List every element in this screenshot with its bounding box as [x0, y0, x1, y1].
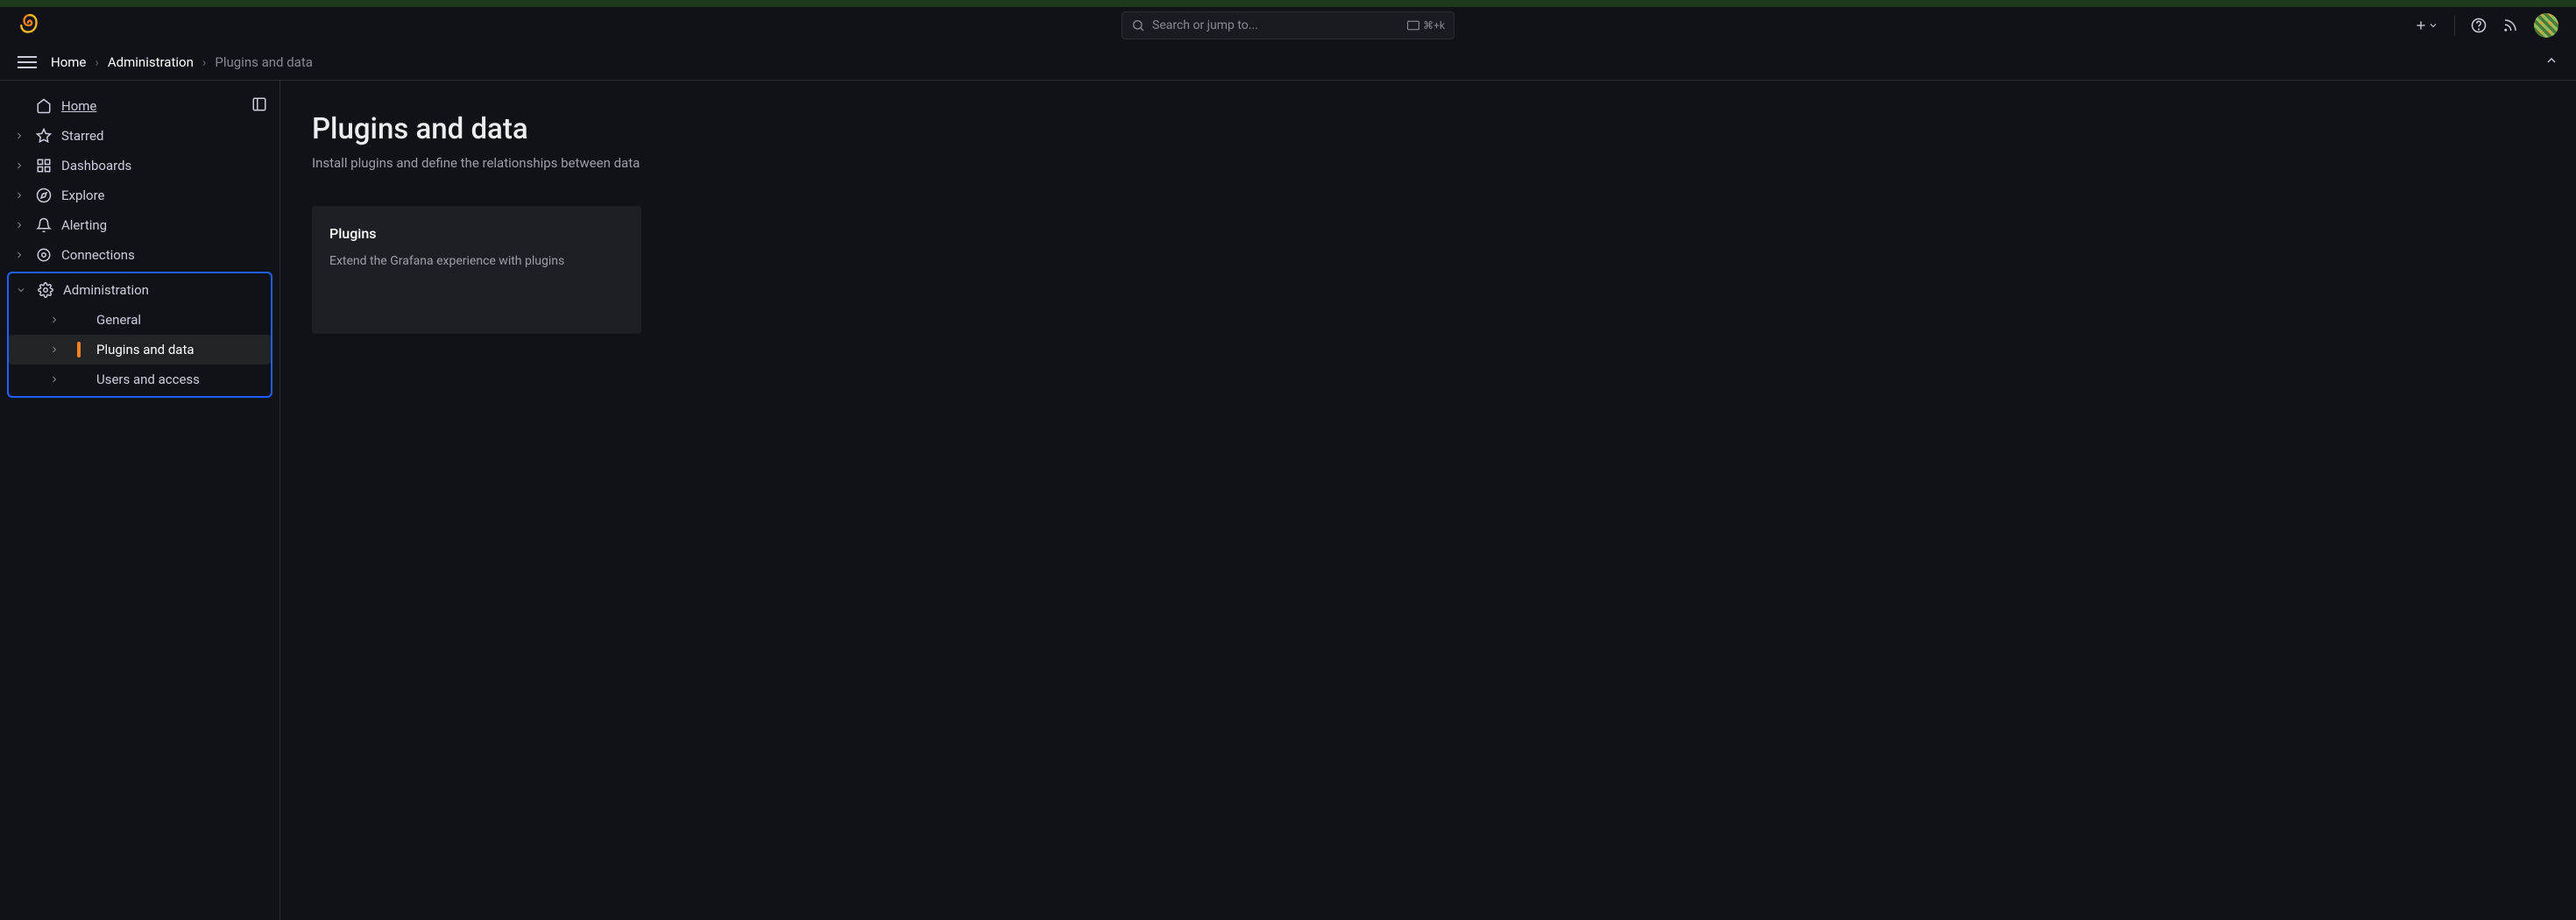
- sidebar-subitem-general[interactable]: General: [9, 305, 271, 335]
- sidebar-sublabel: Users and access: [96, 372, 200, 387]
- menu-toggle-button[interactable]: [16, 54, 39, 70]
- link-icon: [35, 247, 53, 263]
- page-subtitle: Install plugins and define the relations…: [312, 155, 2544, 171]
- sidebar-item-administration[interactable]: Administration: [9, 275, 271, 305]
- sidebar-item-explore[interactable]: Explore: [7, 180, 272, 210]
- chevron-right-icon: [12, 190, 26, 201]
- search-shortcut: ⌘+k: [1407, 19, 1445, 32]
- breadcrumb-home[interactable]: Home: [51, 54, 86, 70]
- sidebar-item-dashboards[interactable]: Dashboards: [7, 151, 272, 180]
- sidebar-label: Alerting: [61, 217, 267, 233]
- sidebar-subitem-users-and-access[interactable]: Users and access: [9, 364, 271, 394]
- sidebar-sublabel: Plugins and data: [96, 342, 195, 357]
- content: Plugins and data Install plugins and def…: [280, 81, 2576, 920]
- chevron-right-icon: ›: [95, 54, 99, 70]
- gear-icon: [37, 282, 54, 298]
- sidebar-label: Explore: [61, 188, 267, 203]
- chevron-right-icon: [12, 220, 26, 230]
- sidebar-item-alerting[interactable]: Alerting: [7, 210, 272, 240]
- chevron-right-icon: [12, 160, 26, 171]
- page-title: Plugins and data: [312, 112, 2544, 146]
- chevron-down-icon: [2428, 20, 2438, 31]
- grid-icon: [35, 158, 53, 173]
- home-icon: [35, 98, 53, 114]
- sidebar-label: Administration: [63, 282, 265, 298]
- compass-icon: [35, 188, 53, 203]
- chevron-right-icon: [12, 131, 26, 141]
- sidebar-home-label: Home: [61, 98, 243, 114]
- chevron-right-icon: [47, 315, 61, 325]
- user-avatar[interactable]: [2534, 13, 2558, 38]
- search-icon: [1131, 18, 1145, 32]
- breadcrumb-bar: Home › Administration › Plugins and data: [0, 44, 2576, 81]
- breadcrumbs: Home › Administration › Plugins and data: [51, 54, 313, 70]
- chevron-right-icon: [12, 250, 26, 260]
- help-button[interactable]: [2471, 18, 2487, 33]
- topbar-accent: [0, 0, 2576, 7]
- bell-icon: [35, 217, 53, 233]
- sidebar-sublabel: General: [96, 312, 141, 328]
- collapse-button[interactable]: [2544, 53, 2558, 71]
- star-icon: [35, 128, 53, 144]
- topbar: Search or jump to... ⌘+k: [0, 7, 2576, 44]
- sidebar-item-connections[interactable]: Connections: [7, 240, 272, 270]
- sidebar: Home Starred Dashboards: [0, 81, 280, 920]
- keyboard-icon: [1407, 20, 1419, 31]
- chevron-right-icon: [47, 374, 61, 385]
- card-description: Extend the Grafana experience with plugi…: [329, 254, 624, 268]
- sidebar-subitem-plugins-and-data[interactable]: Plugins and data: [9, 335, 271, 364]
- chevron-right-icon: ›: [202, 54, 207, 70]
- plugins-card[interactable]: Plugins Extend the Grafana experience wi…: [312, 206, 641, 334]
- grafana-logo[interactable]: [18, 13, 42, 38]
- chevron-down-icon: [14, 285, 28, 295]
- chevron-right-icon: [47, 344, 61, 355]
- divider: [2454, 15, 2455, 36]
- breadcrumb-administration[interactable]: Administration: [108, 54, 194, 70]
- sidebar-item-starred[interactable]: Starred: [7, 121, 272, 151]
- dock-toggle-icon[interactable]: [251, 96, 267, 116]
- sidebar-label: Dashboards: [61, 158, 267, 173]
- sidebar-item-home[interactable]: Home: [7, 91, 272, 121]
- search-placeholder: Search or jump to...: [1152, 18, 1400, 32]
- sidebar-admin-group: Administration General Plugins and data: [7, 272, 272, 398]
- breadcrumb-current: Plugins and data: [215, 54, 313, 70]
- search-input[interactable]: Search or jump to... ⌘+k: [1122, 11, 1454, 39]
- card-title: Plugins: [329, 225, 624, 242]
- news-button[interactable]: [2502, 18, 2518, 33]
- sidebar-label: Connections: [61, 247, 267, 263]
- add-button[interactable]: [2414, 18, 2438, 32]
- sidebar-label: Starred: [61, 128, 267, 144]
